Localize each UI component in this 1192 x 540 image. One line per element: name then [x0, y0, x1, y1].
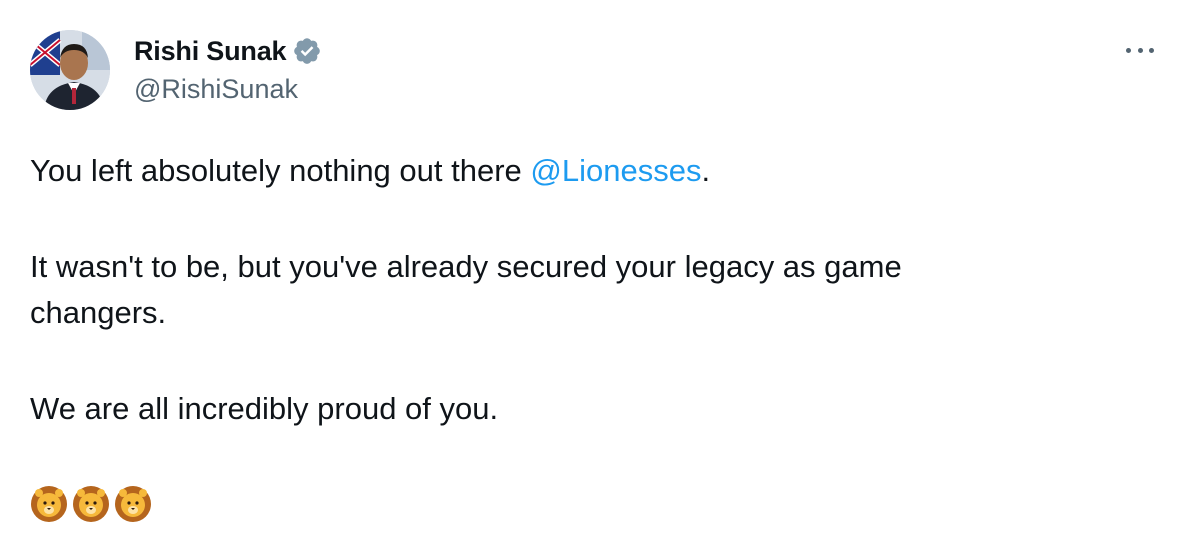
lion-face-icon — [73, 486, 109, 522]
author-handle[interactable]: @RishiSunak — [134, 74, 298, 105]
more-dot — [1126, 47, 1131, 53]
more-options-icon[interactable] — [1126, 36, 1154, 64]
verified-badge-icon[interactable] — [292, 36, 322, 66]
tweet-paragraph-2: It wasn't to be, but you've already secu… — [30, 249, 902, 330]
tweet-text: You left absolutely nothing out there @L… — [30, 148, 1150, 432]
more-dot — [1149, 47, 1154, 53]
name-row: Rishi Sunak — [134, 34, 322, 68]
more-dot — [1137, 47, 1143, 53]
avatar[interactable] — [30, 30, 110, 110]
tweet-paragraph-3: We are all incredibly proud of you. — [30, 391, 499, 426]
tweet-text-segment: You left absolutely nothing out there — [30, 153, 531, 188]
lion-face-icon — [31, 486, 67, 522]
avatar-image — [30, 30, 110, 110]
lion-face-icon — [115, 486, 151, 522]
emoji-row — [30, 484, 152, 524]
author-display-name[interactable]: Rishi Sunak — [134, 36, 287, 67]
tweet-paragraph-1: You left absolutely nothing out there @L… — [30, 148, 1150, 194]
tweet-card: Rishi Sunak @RishiSunak You left absolut… — [0, 0, 1192, 540]
mention-link[interactable]: @Lionesses — [530, 153, 701, 188]
tweet-text-segment: . — [701, 153, 711, 188]
